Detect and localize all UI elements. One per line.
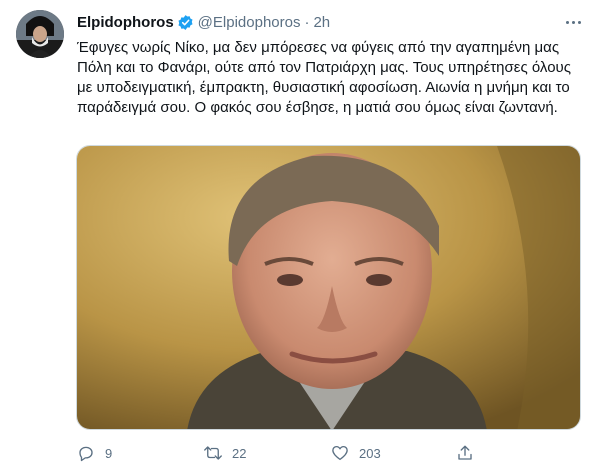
share-button[interactable]: [455, 443, 475, 463]
author-handle[interactable]: @Elpidophoros: [198, 14, 301, 31]
reply-count: 9: [105, 445, 113, 461]
header-separator: ·: [304, 13, 310, 31]
heart-icon: [330, 443, 350, 463]
tweet-actions: 9 22 203: [76, 443, 581, 463]
author-name[interactable]: Elpidophoros: [77, 14, 174, 31]
more-options-icon[interactable]: [560, 12, 586, 32]
like-button[interactable]: 203: [330, 443, 381, 463]
reply-icon: [76, 443, 96, 463]
verified-badge-icon: [177, 14, 194, 31]
retweet-icon: [203, 443, 223, 463]
reply-button[interactable]: 9: [76, 443, 112, 463]
retweet-count: 22: [232, 445, 247, 461]
tweet-header: Elpidophoros @Elpidophoros · 2h: [77, 12, 330, 32]
tweet-photo[interactable]: [76, 145, 581, 430]
tweet-timestamp[interactable]: 2h: [313, 14, 330, 31]
share-icon: [455, 443, 475, 463]
avatar[interactable]: [16, 10, 64, 58]
like-count: 203: [359, 445, 381, 461]
tweet-text: Έφυγες νωρίς Νίκο, μα δεν μπόρεσες να φύ…: [77, 39, 571, 116]
retweet-button[interactable]: 22: [203, 443, 246, 463]
tweet[interactable]: Elpidophoros @Elpidophoros · 2h Έφυγες ν…: [0, 0, 595, 475]
